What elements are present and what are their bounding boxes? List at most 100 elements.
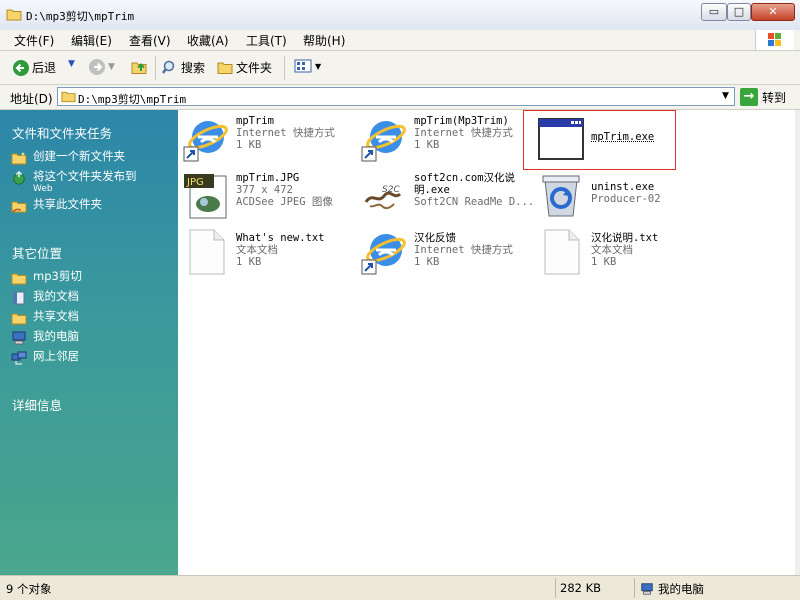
place-my-documents[interactable]: 我的文档 (11, 290, 79, 305)
menu-edit[interactable]: 编辑(E) (71, 32, 112, 49)
file-item-uninst-exe[interactable]: uninst.exe Producer-02 (537, 172, 677, 222)
file-tasks-title[interactable]: 文件和文件夹任务 (12, 123, 112, 142)
window-title: D:\mp3剪切\mpTrim (26, 10, 135, 23)
close-button[interactable]: ✕ (751, 3, 795, 21)
forward-arrow-icon (89, 59, 105, 75)
maximize-button[interactable]: □ (727, 3, 751, 21)
back-dropdown-icon[interactable]: ▼ (68, 59, 75, 69)
back-label: 后退 (32, 61, 57, 75)
file-name: soft2cn.com汉化说 (414, 172, 516, 184)
folder-icon (61, 91, 76, 103)
file-size: 1 KB (591, 256, 617, 268)
file-item-whats-new[interactable]: What's new.txt 文本文档 1 KB (182, 228, 352, 278)
task-label: 将这个文件夹发布到 (33, 169, 137, 183)
forward-dropdown-icon: ▼ (108, 62, 115, 72)
recycle-uninstall-icon (542, 175, 580, 217)
file-name: 汉化反馈 (414, 232, 456, 244)
address-input[interactable]: D:\mp3剪切\mpTrim ▼ (57, 87, 735, 106)
share-folder-icon (11, 201, 27, 213)
file-type: Internet 快捷方式 (414, 244, 513, 256)
address-label: 地址(D) (10, 92, 53, 106)
place-mp3-folder[interactable]: mp3剪切 (11, 270, 82, 285)
place-my-computer[interactable]: 我的电脑 (11, 330, 79, 345)
menu-view[interactable]: 查看(V) (129, 32, 171, 49)
file-item-mptrim-mp3trim[interactable]: mpTrim(Mp3Trim) Internet 快捷方式 1 KB (360, 115, 530, 165)
file-description: Producer-02 (591, 193, 661, 205)
task-sublabel: Web (33, 184, 53, 194)
search-label: 搜索 (181, 61, 206, 75)
address-dropdown-icon[interactable]: ▼ (718, 89, 733, 104)
windows-logo-icon (755, 30, 794, 50)
task-label: 共享此文件夹 (33, 197, 102, 211)
task-publish-web[interactable]: 将这个文件夹发布到 Web (11, 170, 137, 196)
place-label: 共享文档 (33, 309, 79, 323)
back-button[interactable]: 后退 (13, 59, 56, 76)
file-name: 汉化说明.txt (591, 232, 659, 244)
menu-favorites[interactable]: 收藏(A) (187, 32, 229, 49)
file-item-soft2cn-exe[interactable]: S2C soft2cn.com汉化说 明.exe Soft2CN ReadMe … (360, 172, 534, 222)
file-name: mpTrim (236, 115, 274, 127)
location-label: 我的电脑 (658, 582, 704, 596)
file-size: 1 KB (236, 256, 262, 268)
new-folder-icon (11, 152, 27, 165)
file-size: 1 KB (414, 139, 440, 151)
views-grid-icon (294, 59, 312, 73)
file-item-mptrim[interactable]: mpTrim Internet 快捷方式 1 KB (182, 115, 352, 165)
up-folder-button[interactable] (131, 59, 149, 75)
my-computer-icon (12, 331, 26, 345)
place-shared-documents[interactable]: 共享文档 (11, 310, 79, 325)
up-folder-icon (131, 62, 147, 74)
soft2cn-dragon-icon: S2C (364, 185, 402, 210)
scrollbar[interactable] (795, 110, 800, 575)
place-label: 我的文档 (33, 289, 79, 303)
place-network[interactable]: 网上邻居 (11, 350, 79, 365)
toolbar-divider (284, 56, 285, 80)
go-button[interactable]: → 转到 (740, 88, 786, 106)
task-label: 创建一个新文件夹 (33, 149, 125, 163)
file-size: 1 KB (414, 256, 440, 268)
task-share-folder[interactable]: 共享此文件夹 (11, 198, 102, 213)
shared-documents-icon (11, 313, 27, 325)
folder-icon (6, 9, 22, 21)
svg-text:S2C: S2C (382, 185, 400, 195)
other-places-title[interactable]: 其它位置 (12, 243, 62, 262)
address-bar: 地址(D) D:\mp3剪切\mpTrim ▼ → 转到 (0, 85, 800, 110)
place-label: 我的电脑 (33, 329, 79, 343)
file-type: Internet 快捷方式 (236, 127, 335, 139)
views-button[interactable]: ▼ (294, 59, 321, 73)
jpeg-image-icon: JPG (184, 174, 227, 219)
folders-label: 文件夹 (236, 61, 273, 75)
maximize-icon: □ (733, 5, 745, 18)
internet-shortcut-icon (361, 234, 406, 275)
title-bar[interactable]: D:\mp3剪切\mpTrim ▭ □ ✕ (0, 0, 800, 31)
menu-tools[interactable]: 工具(T) (246, 32, 287, 49)
file-name: mpTrim(Mp3Trim) (414, 115, 509, 127)
folders-button[interactable]: 文件夹 (217, 59, 272, 76)
status-divider (555, 578, 556, 598)
back-arrow-icon (13, 59, 29, 76)
file-type: Internet 快捷方式 (414, 127, 513, 139)
search-icon (162, 60, 175, 74)
file-item-readme-txt[interactable]: 汉化说明.txt 文本文档 1 KB (537, 228, 677, 278)
address-value: D:\mp3剪切\mpTrim (78, 93, 187, 106)
menu-file[interactable]: 文件(F) (14, 32, 54, 49)
file-item-feedback[interactable]: 汉化反馈 Internet 快捷方式 1 KB (360, 228, 530, 278)
network-places-icon (11, 351, 27, 365)
minimize-button[interactable]: ▭ (701, 3, 727, 21)
menu-help[interactable]: 帮助(H) (303, 32, 345, 49)
file-name: uninst.exe (591, 181, 655, 193)
status-bar: 9 个对象 282 KB 我的电脑 (0, 575, 800, 600)
my-computer-icon (641, 583, 653, 595)
file-item-mptrim-jpg[interactable]: JPG mpTrim.JPG 377 x 472 ACDSee JPEG 图像 (182, 172, 352, 222)
place-label: mp3剪切 (33, 269, 82, 283)
file-type: 文本文档 (591, 244, 633, 256)
forward-button[interactable]: ▼ (89, 59, 115, 75)
search-button[interactable]: 搜索 (162, 59, 205, 76)
publish-web-icon (13, 171, 25, 185)
text-document-icon (544, 229, 580, 275)
details-title[interactable]: 详细信息 (12, 395, 62, 414)
task-new-folder[interactable]: 创建一个新文件夹 (11, 150, 125, 165)
status-divider (634, 578, 635, 598)
file-size: 1 KB (236, 139, 262, 151)
close-icon: ✕ (768, 5, 778, 18)
